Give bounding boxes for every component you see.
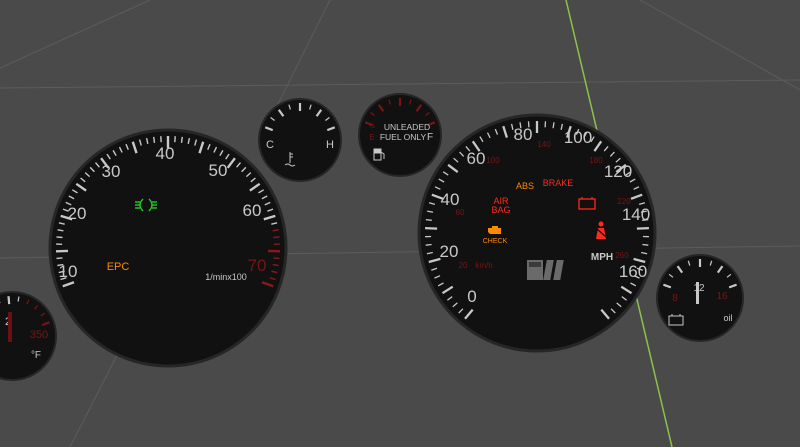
kmh-label-260: 260	[615, 251, 629, 260]
tach-label-30: 30	[102, 162, 121, 181]
tick-mark	[153, 136, 156, 143]
kmh-label-180: 180	[589, 156, 603, 165]
mph-label-60: 60	[467, 149, 486, 168]
tick-mark	[57, 229, 64, 232]
kmh-unit: km/h	[475, 261, 492, 270]
tach-label-40: 40	[156, 144, 175, 163]
fuel-full-label: F	[427, 132, 433, 143]
kmh-prefix: 20	[459, 261, 468, 270]
speedometer: 0 20 40 60 80 100 120 140 160 60 100 140…	[417, 113, 657, 353]
voltage-gauge: 8 12 16 oil	[656, 254, 744, 342]
mph-label-160: 160	[619, 262, 647, 281]
mph-label-40: 40	[441, 190, 460, 209]
kmh-label-140: 140	[537, 140, 551, 149]
check-engine-label: CHECK	[483, 238, 508, 245]
dashboard-viewport: 10 20 30 40 50 60 70 1/minx100 EPC C H U…	[0, 0, 800, 447]
mph-label-100: 100	[564, 128, 592, 147]
tach-label-10: 10	[59, 262, 78, 281]
fuel-quarter-label: ½	[369, 122, 375, 130]
voltage-needle	[696, 282, 699, 304]
tick-mark	[425, 218, 432, 221]
tach-unit: 1/minx100	[205, 272, 247, 282]
oil-label: oil	[723, 313, 732, 323]
voltage-high: 16	[716, 291, 728, 302]
tick-mark	[272, 229, 279, 232]
tick-mark	[552, 122, 555, 129]
oil-temp-gauge: 2 350 °F	[0, 291, 57, 381]
tach-label-60: 60	[243, 201, 262, 220]
mph-label-80: 80	[514, 125, 533, 144]
epc-warning: EPC	[107, 261, 130, 273]
tick-mark	[636, 226, 649, 230]
tick-mark	[425, 243, 432, 246]
mph-label-140: 140	[622, 205, 650, 224]
airbag-warning-line2: BAG	[491, 205, 510, 215]
coolant-hot-label: H	[326, 139, 334, 151]
tick-mark	[56, 257, 63, 260]
tach-label-50: 50	[209, 161, 228, 180]
tach-label-70: 70	[248, 256, 267, 275]
mph-label-120: 120	[604, 162, 632, 181]
oil-temp-unit: °F	[31, 350, 41, 361]
tick-mark	[273, 257, 280, 260]
oil-temp-high: 350	[30, 329, 48, 341]
fuel-empty-label: E	[369, 133, 374, 142]
oil-temp-needle	[8, 312, 12, 342]
tick-mark	[272, 263, 279, 267]
tach-label-20: 20	[68, 204, 87, 223]
fuel-gauge: UNLEADED FUEL ONLY F E ½	[358, 93, 442, 177]
kmh-label-60: 60	[456, 208, 465, 217]
speed-unit: MPH	[591, 252, 613, 263]
tick-mark	[56, 236, 63, 239]
voltage-low: 8	[672, 293, 678, 304]
fuel-label-line1: UNLEADED	[384, 122, 430, 132]
tick-mark	[642, 243, 649, 246]
fuel-label-line2: FUEL ONLY	[380, 132, 427, 142]
tick-mark	[273, 236, 280, 239]
tick-mark	[425, 226, 438, 230]
dashboard-scene: 10 20 30 40 50 60 70 1/minx100 EPC C H U…	[0, 0, 800, 447]
abs-warning: ABS	[516, 181, 534, 191]
tick-mark	[180, 136, 183, 143]
voltage-mid: 12	[693, 283, 705, 294]
coolant-cold-label: C	[266, 139, 274, 151]
mph-label-20: 20	[440, 242, 459, 261]
mph-label-0: 0	[467, 287, 476, 306]
coolant-gauge: C H	[258, 98, 342, 182]
tick-mark	[17, 296, 20, 302]
kmh-label-220: 220	[617, 197, 631, 206]
tick-mark	[7, 296, 11, 305]
brake-warning: BRAKE	[543, 178, 574, 188]
kmh-label-100: 100	[486, 156, 500, 165]
tachometer: 10 20 30 40 50 60 70 1/minx100 EPC	[48, 128, 288, 368]
